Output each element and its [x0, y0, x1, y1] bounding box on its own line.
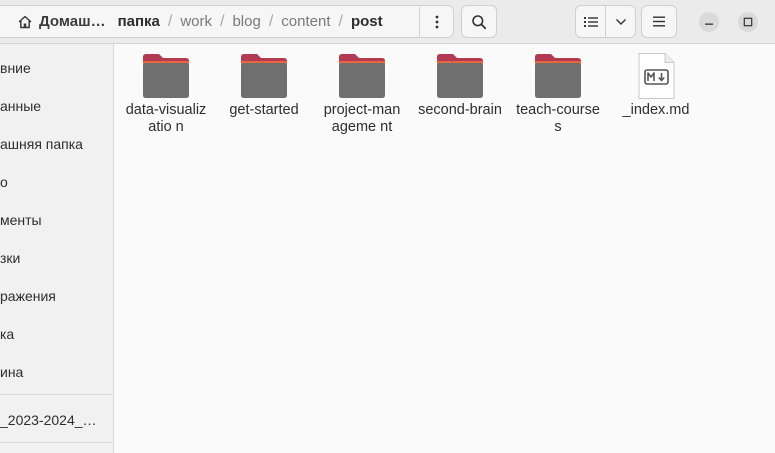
sidebar-item-label: анные: [0, 98, 42, 114]
header-bar: Домаш… папка / work / blog / content / p…: [0, 0, 775, 44]
sidebar-item-bookmark[interactable]: _2023-2024_…: [0, 401, 113, 439]
maximize-icon: [743, 17, 753, 27]
sidebar-item-recent[interactable]: вние: [0, 49, 113, 87]
path-separator: /: [268, 12, 274, 30]
folder-item[interactable]: second-brain: [412, 52, 508, 119]
path-separator: /: [167, 12, 173, 30]
folder-icon: [241, 54, 287, 98]
file-name: _index.md: [622, 102, 690, 118]
sidebar-item-label: менты: [0, 212, 42, 228]
list-view-button[interactable]: [576, 6, 606, 37]
sidebar-item-label: вние: [0, 60, 31, 76]
sidebar-item-desktop[interactable]: о: [0, 163, 113, 201]
sidebar-item-starred[interactable]: анные: [0, 87, 113, 125]
view-options-button[interactable]: [606, 6, 635, 37]
sidebar-item-pictures[interactable]: ражения: [0, 277, 113, 315]
crumb-content[interactable]: content: [275, 6, 336, 37]
minimize-icon: [705, 23, 713, 25]
maximize-button[interactable]: [738, 12, 758, 32]
hamburger-icon: [653, 16, 665, 27]
sidebar-item-label: ина: [0, 364, 24, 380]
home-icon: [18, 15, 32, 28]
file-name: second-brain: [418, 102, 502, 118]
path-bar: Домаш… папка / work / blog / content / p…: [0, 5, 454, 38]
crumb-post[interactable]: post: [345, 6, 391, 37]
sidebar-item-label: ка: [0, 326, 15, 342]
sidebar: вние анные ашняя папка о менты зки ражен…: [0, 44, 114, 453]
sidebar-item-label: зки: [0, 250, 21, 266]
list-view-icon: [583, 16, 598, 27]
markdown-file-icon: [638, 53, 675, 99]
folder-item[interactable]: data-visualizatio n: [118, 52, 214, 136]
file-name: project-manageme nt: [323, 102, 401, 135]
folder-icon: [535, 54, 581, 98]
crumb-home[interactable]: Домаш…: [0, 6, 112, 37]
folder-item[interactable]: get-started: [216, 52, 312, 119]
main-menu-button[interactable]: [641, 5, 677, 38]
folder-icon: [143, 54, 189, 98]
folder-item[interactable]: teach-courses: [510, 52, 606, 136]
sidebar-item-downloads[interactable]: зки: [0, 239, 113, 277]
file-name: get-started: [229, 102, 299, 118]
file-name: data-visualizatio n: [125, 102, 207, 135]
sidebar-item-home[interactable]: ашняя папка: [0, 125, 113, 163]
crumb-blog[interactable]: blog: [226, 6, 266, 37]
crumb-work[interactable]: work: [174, 6, 218, 37]
chevron-down-icon: [615, 18, 626, 25]
sidebar-item-trash[interactable]: ина: [0, 353, 113, 391]
sidebar-divider: [0, 394, 113, 395]
view-toggle-group: [575, 5, 636, 38]
file-grid: data-visualizatio n get-started project-…: [115, 44, 775, 453]
path-separator: /: [220, 12, 225, 30]
sidebar-item-label: о: [0, 174, 8, 190]
sidebar-item-label: ашняя папка: [0, 136, 83, 152]
folder-icon: [339, 54, 385, 98]
file-name: teach-courses: [516, 102, 600, 135]
crumb-home-label: Домаш…: [39, 13, 106, 30]
sidebar-item-music[interactable]: ка: [0, 315, 113, 353]
path-menu-button[interactable]: [419, 6, 453, 37]
search-button[interactable]: [461, 5, 497, 38]
sidebar-item-label: _2023-2024_…: [0, 412, 97, 428]
folder-icon: [437, 54, 483, 98]
sidebar-divider: [0, 442, 113, 443]
file-item[interactable]: _index.md: [608, 52, 704, 119]
sidebar-item-label: ражения: [0, 288, 56, 304]
vertical-dots-icon: [435, 15, 438, 28]
folder-item[interactable]: project-manageme nt: [314, 52, 410, 136]
sidebar-item-documents[interactable]: менты: [0, 201, 113, 239]
path-separator: /: [338, 12, 343, 30]
search-icon: [472, 14, 487, 29]
minimize-button[interactable]: [699, 12, 719, 32]
crumb-folder[interactable]: папка: [112, 6, 166, 37]
